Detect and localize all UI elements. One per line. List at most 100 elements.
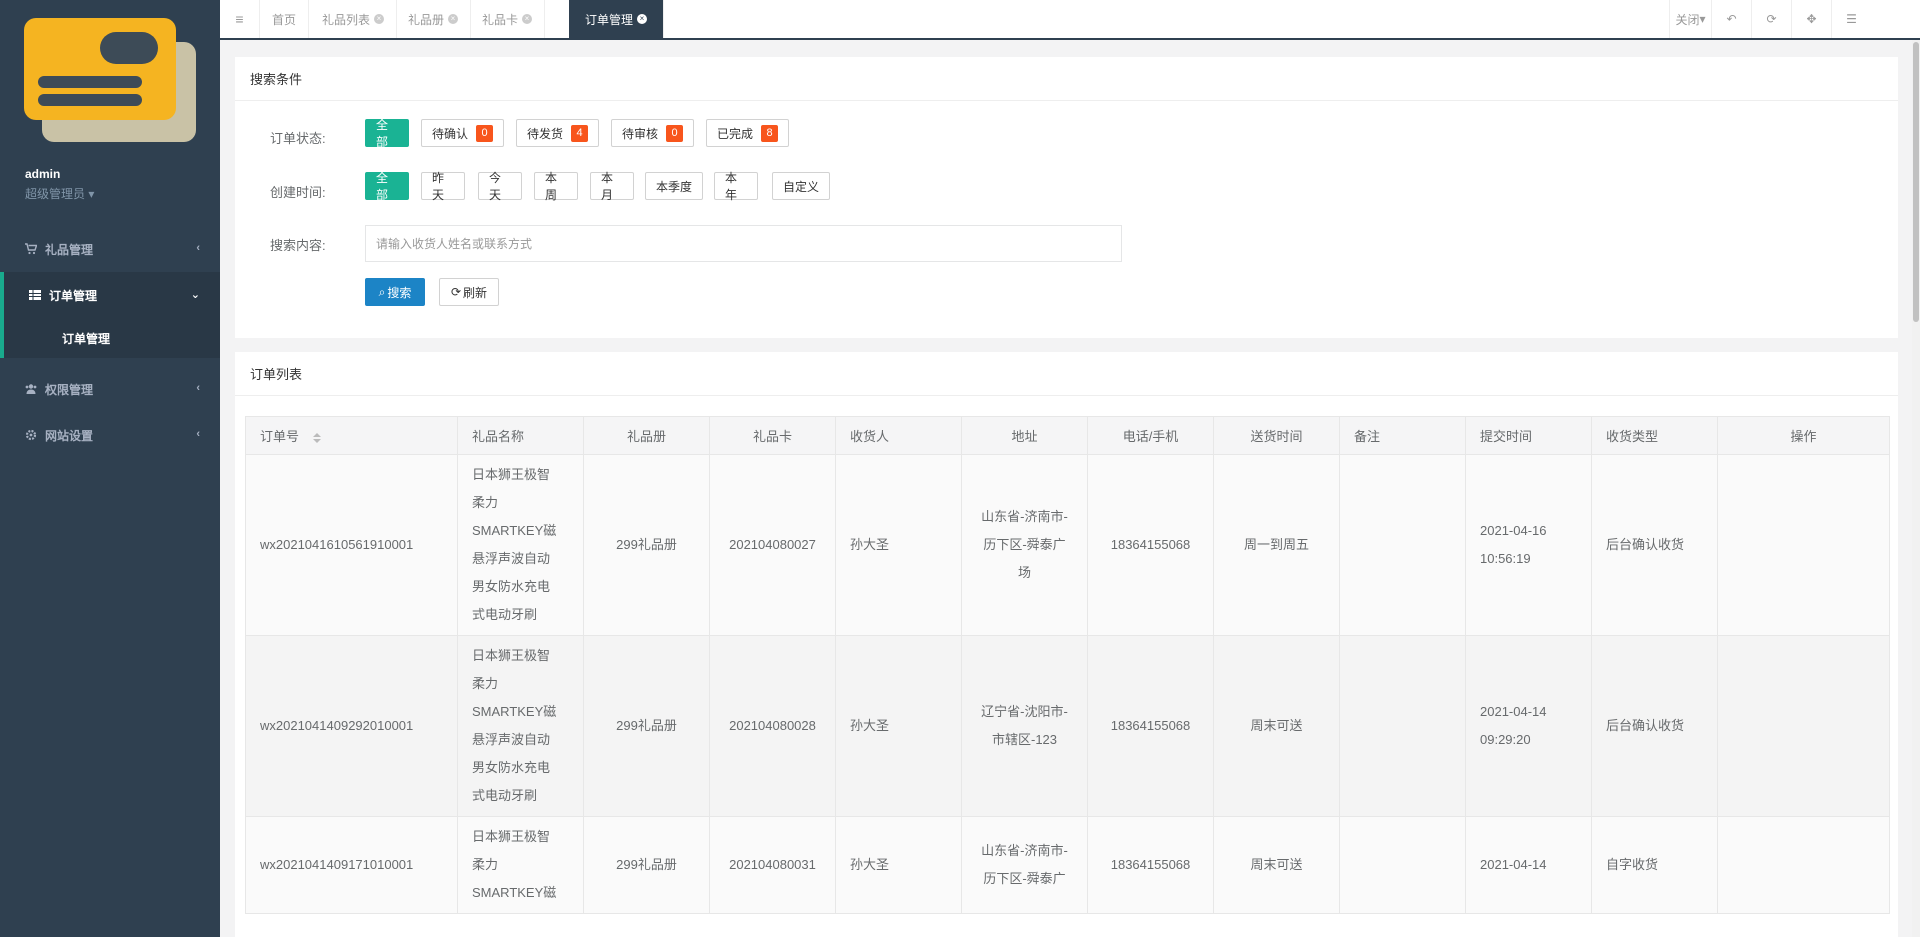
tab-gift-book[interactable]: 礼品册 × [396, 0, 472, 38]
search-icon: ⌕ [378, 284, 386, 299]
refresh-button[interactable]: ⟳ 刷新 [439, 278, 499, 306]
table-header-row: 订单号 礼品名称 礼品册 礼品卡 收货人 地址 电话/手机 送货时间 备注 提交… [245, 416, 1890, 455]
count-badge: 0 [476, 124, 494, 142]
cell-action [1717, 816, 1890, 914]
app-logo [24, 18, 196, 142]
fullscreen-icon: ✥ [1806, 12, 1817, 26]
column-header: 备注 [1339, 416, 1466, 455]
table-row: wx2021041409292010001 日本狮王极智 柔力 SMARTKEY磁悬… [245, 635, 1890, 817]
sidebar-item-label: 订单管理 [49, 288, 98, 303]
status-filter-pending-ship[interactable]: 待发货 4 [516, 119, 600, 147]
column-header: 电话/手机 [1087, 416, 1214, 455]
cell-receipt-type: 自字收货 [1591, 816, 1718, 914]
time-filter-this-year[interactable]: 本年 [714, 171, 758, 202]
search-input[interactable]: 请输入收货人姓名或联系方式 [365, 225, 1122, 262]
back-button[interactable]: ↶ [1711, 0, 1751, 38]
cell-gift-book: 299礼品册 [583, 816, 710, 914]
orders-panel: 订单列表 订单号 礼品名称 礼品册 礼品卡 收货人 地址 电话/手机 送货时间 … [235, 352, 1898, 937]
tab-bar: ≡ 首页 礼品列表 × 礼品册 × 礼品卡 × 订单管理 × 关闭 ▾ ↶ ⟳ ✥ ☰ [220, 0, 1920, 40]
sort-icon[interactable] [313, 432, 322, 443]
column-header: 送货时间 [1213, 416, 1340, 455]
column-header: 地址 [961, 416, 1088, 455]
column-header: 收货人 [835, 416, 962, 455]
column-header-order-no[interactable]: 订单号 [245, 416, 458, 455]
column-header: 礼品册 [583, 416, 710, 455]
table-row: wx2021041610561910001 日本狮王极智 柔力 SMARTKEY磁悬… [245, 454, 1890, 636]
close-icon[interactable]: × [522, 14, 533, 24]
sidebar-subitem-order-management[interactable]: 订单管理 [0, 318, 220, 358]
close-tabs-dropdown[interactable]: 关闭 ▾ [1669, 0, 1711, 38]
tab-home[interactable]: 首页 [260, 0, 310, 38]
hamburger-icon: ≡ [235, 11, 244, 27]
cell-gift-book: 299礼品册 [583, 635, 710, 817]
close-icon[interactable]: × [448, 14, 459, 24]
close-icon[interactable]: × [637, 14, 648, 24]
tab-gift-list[interactable]: 礼品列表 × [310, 0, 398, 38]
search-panel: 搜索条件 订单状态: 全部 待确认 0 待发货 4 待审核 0 已完成 8 创建时间: … [235, 57, 1898, 338]
cell-order-no: wx2021041409292010001 [245, 635, 458, 817]
sidebar-item-label: 礼品管理 [45, 242, 94, 257]
cell-gift-book: 299礼品册 [583, 454, 710, 636]
time-filter-today[interactable]: 今天 [478, 171, 522, 202]
back-icon: ↶ [1726, 12, 1737, 26]
sidebar-item-permission-management[interactable]: 权限管理 ‹ [0, 366, 220, 412]
chevron-down-icon: ⌄ [190, 289, 200, 301]
user-name: admin [25, 167, 61, 181]
status-filter-completed[interactable]: 已完成 8 [706, 119, 790, 147]
cell-remark [1339, 454, 1466, 636]
sidebar: admin 超级管理员 ▾ 礼品管理 ‹ 订单管理 ⌄ 订单管理 权限管理 ‹ … [0, 0, 220, 937]
cell-phone: 18364155068 [1087, 816, 1214, 914]
tab-order-management[interactable]: 订单管理 × [569, 0, 665, 38]
status-filter-pending-confirm[interactable]: 待确认 0 [421, 119, 505, 147]
cell-remark [1339, 816, 1466, 914]
table-icon [29, 290, 41, 300]
count-badge: 4 [571, 124, 589, 142]
time-filter-this-month[interactable]: 本月 [590, 171, 634, 202]
cell-phone: 18364155068 [1087, 635, 1214, 817]
time-filter-this-quarter[interactable]: 本季度 [645, 172, 703, 200]
caret-down-icon: ▾ [88, 187, 95, 201]
search-content-label: 搜索内容: [270, 238, 326, 253]
time-filter-yesterday[interactable]: 昨天 [421, 171, 465, 202]
sidebar-item-site-settings[interactable]: 网站设置 ‹ [0, 412, 220, 458]
cell-remark [1339, 635, 1466, 817]
cell-gift-card: 202104080027 [709, 454, 836, 636]
cell-gift-card: 202104080031 [709, 816, 836, 914]
orders-table: 订单号 礼品名称 礼品册 礼品卡 收货人 地址 电话/手机 送货时间 备注 提交… [245, 416, 1890, 914]
time-filter-this-week[interactable]: 本周 [534, 171, 578, 202]
cell-delivery-time: 周末可送 [1213, 635, 1340, 817]
scrollbar-thumb[interactable] [1913, 42, 1919, 322]
refresh-icon: ⟳ [450, 285, 462, 299]
cell-receiver: 孙大圣 [835, 454, 962, 636]
sidebar-item-label: 权限管理 [45, 382, 94, 397]
tab-gift-card[interactable]: 礼品卡 × [470, 0, 546, 38]
time-filter-all[interactable]: 全部 [365, 171, 409, 202]
cell-gift-name: 日本狮王极智 柔力 SMARTKEY磁 悬浮声波自动 男女防水充电 式电动牙刷 [457, 635, 584, 817]
page-scrollbar[interactable] [1912, 40, 1920, 937]
sidebar-item-gift-management[interactable]: 礼品管理 ‹ [0, 226, 220, 272]
sidebar-nav: 礼品管理 ‹ 订单管理 ⌄ 订单管理 权限管理 ‹ 网站设置 ‹ [0, 226, 220, 458]
caret-down-icon: ▾ [1699, 12, 1706, 26]
cell-order-no: wx2021041409171010001 [245, 816, 458, 914]
time-filter-custom[interactable]: 自定义 [772, 172, 830, 200]
column-header: 提交时间 [1465, 416, 1592, 455]
chevron-left-icon: ‹ [196, 382, 200, 394]
status-filter-all[interactable]: 全部 [365, 118, 409, 149]
sidebar-item-order-management[interactable]: 订单管理 ⌄ [0, 272, 220, 318]
time-filter-label: 创建时间: [270, 185, 326, 200]
cell-address: 山东省-济南市- 历下区-舜泰广 [961, 816, 1088, 914]
search-button[interactable]: ⌕ 搜索 [365, 278, 425, 306]
close-icon[interactable]: × [374, 14, 385, 24]
user-role-dropdown[interactable]: 超级管理员 ▾ [25, 185, 94, 202]
fullscreen-button[interactable]: ✥ [1791, 0, 1831, 38]
cell-phone: 18364155068 [1087, 454, 1214, 636]
chevron-left-icon: ‹ [196, 242, 200, 254]
menu-toggle-icon: ☰ [1846, 12, 1857, 26]
cell-submit-time: 2021-04-14 09:29:20 [1465, 635, 1592, 817]
cell-receiver: 孙大圣 [835, 635, 962, 817]
menu-toggle-button[interactable]: ≡ [220, 0, 260, 38]
toggle-sidebar-button[interactable]: ☰ [1831, 0, 1871, 38]
refresh-tab-button[interactable]: ⟳ [1751, 0, 1791, 38]
cell-address: 山东省-济南市- 历下区-舜泰广场 [961, 454, 1088, 636]
status-filter-pending-review[interactable]: 待审核 0 [611, 119, 695, 147]
